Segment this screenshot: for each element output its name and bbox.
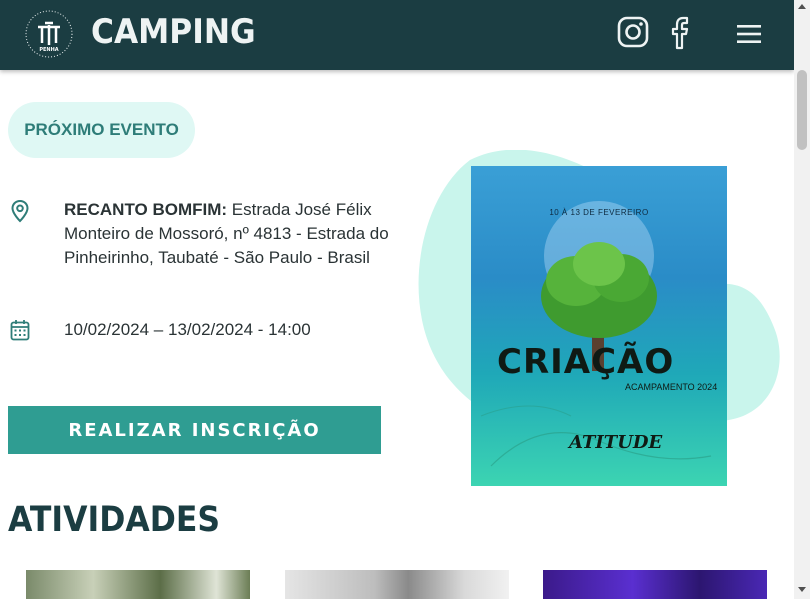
event-date: 10/02/2024 – 13/02/2024 - 14:00 [64, 320, 311, 339]
activity-card-image[interactable] [26, 570, 250, 599]
activities-heading: ATIVIDADES [8, 500, 221, 540]
next-event-badge: PRÓXIMO EVENTO [8, 102, 195, 158]
poster-title: CRIAÇÃO [497, 342, 675, 382]
location-pin-icon [10, 199, 30, 227]
scrollbar-thumb[interactable] [797, 70, 807, 150]
scroll-up-arrow-icon[interactable] [798, 4, 806, 9]
activity-card-image[interactable] [543, 570, 767, 599]
event-poster: 10 À 13 DE FEVEREIRO CRIAÇÃO ACAMPAMENTO… [471, 166, 727, 486]
event-location: RECANTO BOMFIM: Estrada José Félix Monte… [64, 198, 394, 270]
instagram-icon[interactable] [617, 16, 649, 52]
facebook-icon[interactable] [670, 16, 694, 54]
site-header: PENHA CAMPING [0, 0, 794, 70]
calendar-icon [10, 319, 30, 345]
page-scrollbar[interactable] [794, 0, 810, 599]
site-title[interactable]: CAMPING [91, 12, 256, 52]
logo-emblem: PENHA [25, 10, 73, 58]
scroll-down-arrow-icon[interactable] [798, 587, 806, 592]
hamburger-menu-icon[interactable] [737, 24, 761, 48]
poster-subtitle: ACAMPAMENTO 2024 [625, 382, 718, 392]
register-button[interactable]: REALIZAR INSCRIÇÃO [8, 406, 381, 454]
event-location-label: RECANTO BOMFIM: [64, 200, 228, 219]
logo-center-text: PENHA [39, 47, 58, 53]
poster-date: 10 À 13 DE FEVEREIRO [549, 208, 649, 217]
ministerio-atitude-logo[interactable]: PENHA [24, 9, 74, 59]
poster-brand: ATITUDE [569, 432, 663, 453]
activity-card-image[interactable] [285, 570, 509, 599]
